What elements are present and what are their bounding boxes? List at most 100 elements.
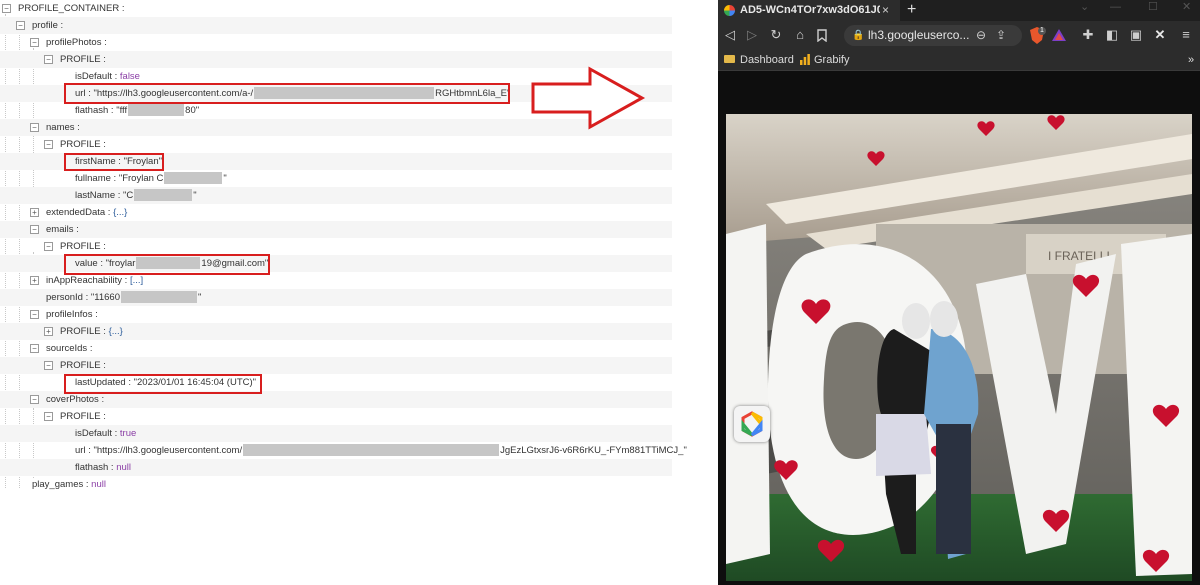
collapse-toggle-icon[interactable]: − xyxy=(30,344,39,353)
extensions-icon[interactable]: ✚ xyxy=(1080,27,1096,43)
tree-row-profile-entry[interactable]: − PROFILE : xyxy=(0,408,672,425)
tree-key: flathash xyxy=(75,105,109,116)
expand-toggle-icon[interactable]: + xyxy=(30,276,39,285)
zoom-icon[interactable]: ⊖ xyxy=(976,25,986,46)
tree-value: " xyxy=(198,292,202,303)
tree-sep: : xyxy=(100,54,106,65)
bookmark-dashboard[interactable]: Dashboard xyxy=(724,50,794,70)
collapse-toggle-icon[interactable]: − xyxy=(30,310,39,319)
tree-sep: : xyxy=(108,105,117,116)
tree-key: isDefault xyxy=(75,71,112,82)
tree-row-source-ids[interactable]: − sourceIds : xyxy=(0,340,672,357)
tree-row-person-id[interactable]: personId : "11660 " xyxy=(0,289,672,306)
expand-toggle-icon[interactable]: + xyxy=(44,327,53,336)
bookmark-grabify[interactable]: Grabify xyxy=(800,50,849,70)
new-tab-button[interactable]: + xyxy=(907,0,916,20)
tree-row-cover-is-default[interactable]: isDefault : true xyxy=(0,425,672,442)
tree-key: sourceIds xyxy=(46,343,88,354)
tree-sep: : xyxy=(100,241,106,252)
collapse-toggle-icon[interactable]: − xyxy=(30,123,39,132)
highlight-box-photo-url xyxy=(64,83,510,104)
tab-title: AD5-WCn4TOr7xw3dO61J0Vp9wf xyxy=(740,4,880,16)
tree-row-profile-entry[interactable]: − PROFILE : xyxy=(0,357,672,374)
arrow-right-icon xyxy=(531,66,646,130)
tree-row-profile-container[interactable]: − PROFILE_CONTAINER : xyxy=(0,0,672,17)
maximize-icon[interactable]: ☐ xyxy=(1148,0,1158,14)
google-lens-button[interactable] xyxy=(734,406,770,442)
expand-toggle-icon[interactable]: + xyxy=(30,208,39,217)
collapse-toggle-icon[interactable]: − xyxy=(44,55,53,64)
tree-row-profile-entry[interactable]: − PROFILE : xyxy=(0,136,672,153)
address-bar[interactable]: 🔒 lh3.googleuserco... ⊖ ⇪ xyxy=(844,25,1022,46)
tree-row-emails[interactable]: − emails : xyxy=(0,221,672,238)
tree-row-cover-flathash[interactable]: flathash : null xyxy=(0,459,672,476)
tree-row-full-name[interactable]: fullname : "Froylan C " xyxy=(0,170,672,187)
bookmark-label: Grabify xyxy=(814,54,850,66)
tree-sep: : xyxy=(108,462,117,473)
minimize-icon[interactable]: — xyxy=(1110,0,1121,14)
tree-row-profile-entry[interactable]: + PROFILE : {...} xyxy=(0,323,672,340)
tree-key: personId xyxy=(46,292,83,303)
collapsed-array-link[interactable]: [...] xyxy=(130,275,143,286)
collapse-toggle-icon[interactable]: − xyxy=(2,4,11,13)
sidebar-icon[interactable]: ◧ xyxy=(1104,27,1120,43)
tree-sep: : xyxy=(100,139,106,150)
menu-icon[interactable]: ≡ xyxy=(1178,27,1194,43)
tree-key: coverPhotos xyxy=(46,394,99,405)
wallet-icon[interactable]: ▣ xyxy=(1128,27,1144,43)
collapse-toggle-icon[interactable]: − xyxy=(44,412,53,421)
tree-row-last-name[interactable]: lastName : "C " xyxy=(0,187,672,204)
tab-close-icon[interactable]: × xyxy=(882,0,889,21)
collapse-toggle-icon[interactable]: − xyxy=(30,38,39,47)
tree-row-cover-url[interactable]: url : "https://lh3.googleusercontent.com… xyxy=(0,442,687,459)
tree-row-profile[interactable]: − profile : xyxy=(0,17,672,34)
tree-sep: : xyxy=(82,292,91,303)
browser-toolbar: ◁ ▷ ↻ ⌂ 🔒 lh3.googleuserco... ⊖ ⇪ 1 ✚ ◧ … xyxy=(718,21,1200,50)
tree-key: extendedData xyxy=(46,207,106,218)
tree-value: "https://lh3.googleusercontent.com/ xyxy=(93,445,243,456)
back-icon[interactable]: ◁ xyxy=(722,27,738,43)
tree-key: names xyxy=(46,122,75,133)
window-close-icon[interactable]: ✕ xyxy=(1182,0,1191,14)
collapsed-object-link[interactable]: {...} xyxy=(109,326,123,337)
tree-key: lastName xyxy=(75,190,116,201)
tree-key: PROFILE_CONTAINER xyxy=(18,3,120,14)
forward-icon[interactable]: ▷ xyxy=(744,27,760,43)
collapse-toggle-icon[interactable]: − xyxy=(16,21,25,30)
tree-row-profile-infos[interactable]: − profileInfos : xyxy=(0,306,672,323)
tree-value: "Froylan C xyxy=(118,173,164,184)
tree-value: "C xyxy=(123,190,134,201)
tools-icon[interactable]: ✕ xyxy=(1152,27,1168,43)
tree-row-extended-data[interactable]: + extendedData : {...} xyxy=(0,204,672,221)
tree-key: isDefault xyxy=(75,428,112,439)
tree-row-profile-entry[interactable]: − PROFILE : xyxy=(0,238,672,255)
collapse-toggle-icon[interactable]: − xyxy=(44,242,53,251)
tree-value: "fff xyxy=(116,105,128,116)
more-bookmarks-icon[interactable]: » xyxy=(1188,50,1194,70)
tree-sep: : xyxy=(110,173,119,184)
tree-sep: : xyxy=(111,428,120,439)
collapse-toggle-icon[interactable]: − xyxy=(30,395,39,404)
collapse-toggle-icon[interactable]: − xyxy=(44,361,53,370)
collapsed-object-link[interactable]: {...} xyxy=(113,207,127,218)
tree-sep: : xyxy=(74,122,80,133)
tree-value: true xyxy=(119,428,137,439)
rewards-triangle-icon[interactable] xyxy=(1051,28,1067,42)
tree-key: PROFILE xyxy=(60,411,101,422)
tree-row-profile-photos[interactable]: − profilePhotos : xyxy=(0,34,672,51)
bookmark-icon[interactable] xyxy=(817,29,827,42)
tree-key: PROFILE xyxy=(60,326,101,337)
tree-key: profileInfos xyxy=(46,309,93,320)
redaction-bar xyxy=(164,172,223,185)
share-icon[interactable]: ⇪ xyxy=(996,25,1006,46)
collapse-toggle-icon[interactable]: − xyxy=(30,225,39,234)
home-icon[interactable]: ⌂ xyxy=(792,27,808,43)
browser-tab[interactable]: AD5-WCn4TOr7xw3dO61J0Vp9wf × xyxy=(718,0,900,21)
reload-icon[interactable]: ↻ xyxy=(768,27,784,43)
tree-row-play-games[interactable]: play_games : null xyxy=(0,476,672,493)
chevron-down-icon[interactable]: ⌄ xyxy=(1080,0,1089,14)
redaction-bar xyxy=(128,104,185,117)
tree-key: fullname xyxy=(75,173,111,184)
tree-key: PROFILE xyxy=(60,241,101,252)
collapse-toggle-icon[interactable]: − xyxy=(44,140,53,149)
